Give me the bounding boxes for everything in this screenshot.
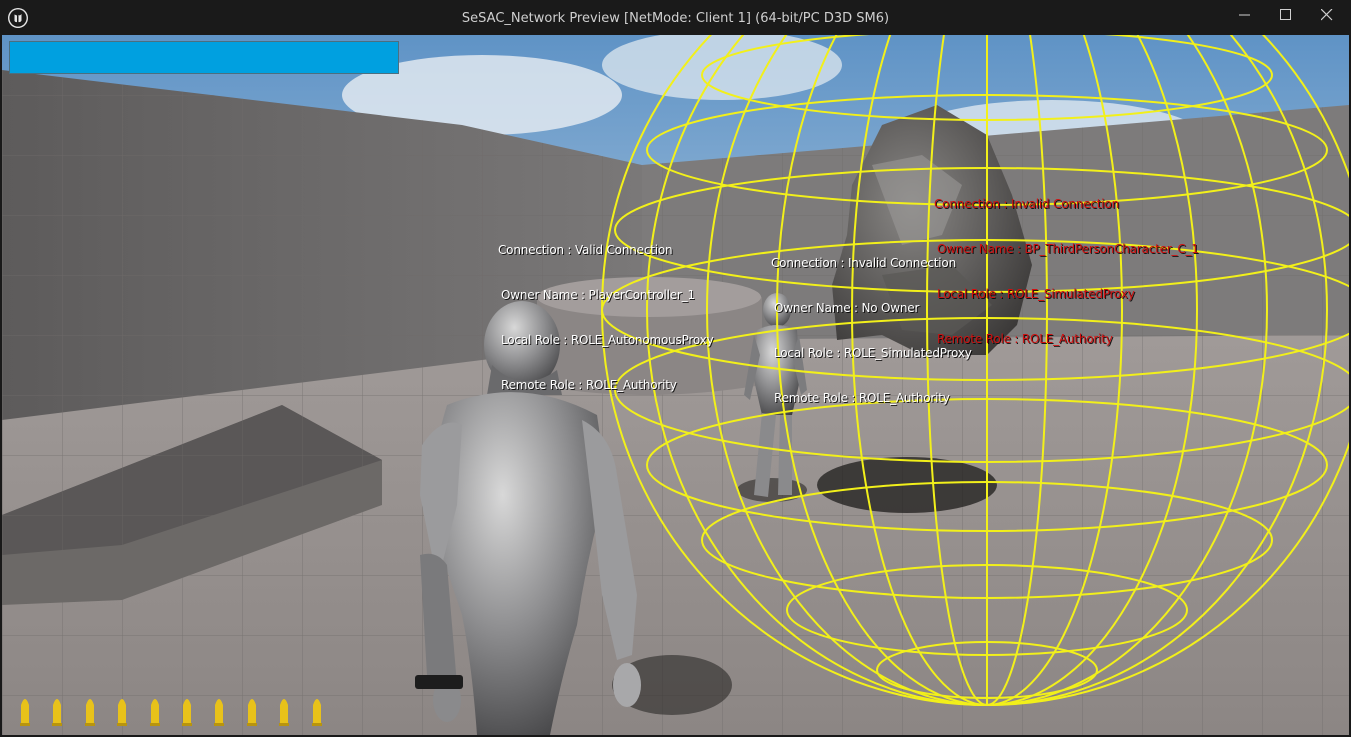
debug-connection-text: Connection : Valid Connection: [498, 243, 673, 257]
bullet-icon: [214, 699, 225, 726]
window-title: SeSAC_Network Preview [NetMode: Client 1…: [461, 11, 890, 26]
close-icon: [1321, 9, 1333, 21]
bullet-icon: [20, 699, 30, 726]
debug-local-role-text: Local Role : ROLE_AutonomousProxy: [501, 333, 714, 347]
bullet-icon: [182, 699, 192, 726]
bullet-icon: [149, 699, 160, 726]
bullet-icon: [117, 699, 128, 726]
maximize-button[interactable]: [1264, 0, 1308, 32]
debug-overlay-local-player: Connection : Valid Connection Owner Name…: [498, 213, 714, 423]
title-bar[interactable]: SeSAC_Network Preview [NetMode: Client 1…: [0, 0, 1351, 35]
debug-remote-role-text: Remote Role : ROLE_Authority: [774, 391, 950, 405]
minimize-icon: [1239, 14, 1250, 16]
bullet-icon: [52, 699, 63, 726]
debug-remote-role-text: Remote Role : ROLE_Authority: [501, 378, 677, 392]
bullet-icon: [311, 699, 322, 726]
health-bar: [9, 41, 399, 74]
health-bar-fill: [10, 42, 398, 73]
debug-owner-text: Owner Name : BP_ThirdPersonCharacter_C_1: [937, 242, 1199, 256]
bullet-icon: [84, 699, 95, 726]
debug-remote-role-text: Remote Role : ROLE_Authority: [937, 332, 1113, 346]
close-button[interactable]: [1305, 0, 1349, 32]
bullet-icon: [279, 699, 290, 726]
debug-local-role-text: Local Role : ROLE_SimulatedProxy: [937, 287, 1135, 301]
debug-owner-text: Owner Name : PlayerController_1: [501, 288, 695, 302]
game-viewport[interactable]: Connection : Valid Connection Owner Name…: [2, 35, 1349, 735]
bullet-icon: [246, 699, 257, 726]
debug-overlay-rock-actor: Connection : Invalid Connection Owner Na…: [934, 167, 1199, 377]
maximize-icon: [1280, 9, 1291, 20]
minimize-button[interactable]: [1223, 0, 1267, 32]
game-window: SeSAC_Network Preview [NetMode: Client 1…: [0, 0, 1351, 737]
debug-connection-text: Connection : Invalid Connection: [934, 197, 1119, 211]
